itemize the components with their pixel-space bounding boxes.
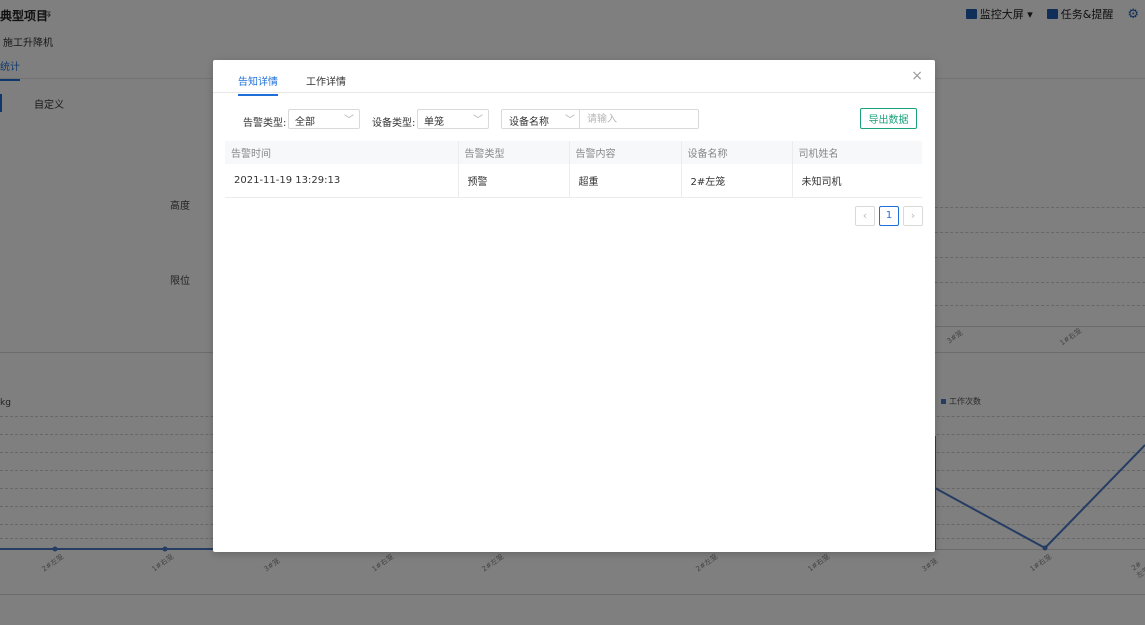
table-cell: 预警 [458, 164, 570, 198]
alarm-detail-modal: 告知详情 工作详情 × 告警类型: 全部 ﹀ 设备类型: 单笼 ﹀ 设备名称 ﹀… [213, 60, 935, 552]
column-header: 司机姓名 [792, 141, 922, 164]
alarm-table: 告警时间 告警类型 告警内容 设备名称 司机姓名 2021-11-19 13:2… [225, 141, 922, 198]
device-type-select[interactable]: 单笼 ﹀ [417, 109, 489, 129]
export-data-button[interactable]: 导出数据 [860, 108, 917, 129]
column-header: 告警时间 [225, 141, 459, 164]
alarm-type-label: 告警类型: [243, 118, 287, 129]
search-field-select[interactable]: 设备名称 ﹀ [502, 110, 580, 128]
table-cell: 2#左笼 [681, 164, 793, 198]
alarm-type-select[interactable]: 全部 ﹀ [288, 109, 360, 129]
chevron-down-icon: ﹀ [473, 115, 483, 126]
device-search-group: 设备名称 ﹀ [501, 109, 699, 129]
next-page-button[interactable]: › [903, 206, 923, 226]
column-header: 告警内容 [569, 141, 682, 164]
column-header: 设备名称 [681, 141, 793, 164]
page-number-button[interactable]: 1 [879, 206, 899, 226]
tab-work-details[interactable]: 工作详情 [306, 73, 346, 94]
table-cell: 2021-11-19 13:29:13 [225, 164, 459, 198]
search-input[interactable] [581, 110, 698, 128]
chevron-down-icon: ﹀ [344, 115, 354, 126]
table-row[interactable]: 2021-11-19 13:29:13 预警 超重 2#左笼 未知司机 [225, 164, 922, 198]
chevron-down-icon: ﹀ [565, 115, 575, 126]
device-type-label: 设备类型: [372, 118, 416, 129]
table-cell: 超重 [569, 164, 682, 198]
modal-tab-bar: 告知详情 工作详情 [213, 60, 935, 96]
table-cell: 未知司机 [792, 164, 922, 198]
close-icon[interactable]: × [911, 68, 923, 84]
prev-page-button[interactable]: ‹ [855, 206, 875, 226]
tab-alarm-details[interactable]: 告知详情 [238, 73, 278, 96]
column-header: 告警类型 [458, 141, 570, 164]
table-header-row: 告警时间 告警类型 告警内容 设备名称 司机姓名 [225, 141, 922, 164]
